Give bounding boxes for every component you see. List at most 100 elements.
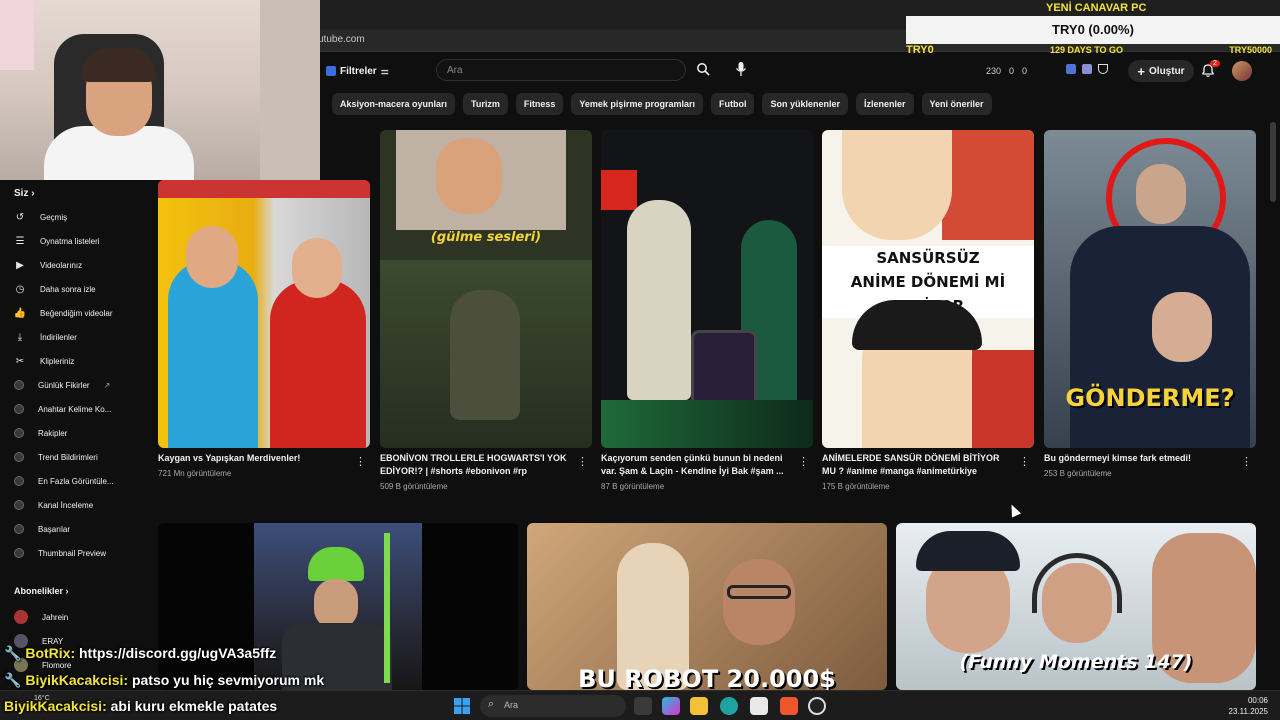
- thumb-face: [1136, 164, 1186, 224]
- video-title[interactable]: EBONİVON TROLLERLE HOGWARTS'I YOK EDİYOR…: [380, 452, 570, 478]
- video-title[interactable]: ANİMELERDE SANSÜR DÖNEMİ BİTİYOR MU ? #a…: [822, 452, 1012, 478]
- thumb-floor-glow: [601, 400, 813, 448]
- sidebar-item-daily-ideas[interactable]: Günlük Fikirler ↗: [14, 376, 142, 394]
- you-label: Siz: [14, 188, 29, 199]
- video-thumbnail[interactable]: (Funny Moments 147): [896, 523, 1256, 690]
- extension-icon: [14, 476, 24, 486]
- more-options-icon[interactable]: ⋮: [1019, 455, 1030, 468]
- sidebar-item-trend-alerts[interactable]: Trend Bildirimleri: [14, 448, 142, 466]
- chip[interactable]: İzlenenler: [856, 93, 914, 115]
- clock-time: 00:06: [1247, 696, 1268, 705]
- chip[interactable]: Yemek pişirme programları: [571, 93, 703, 115]
- subscriptions-heading[interactable]: Abonelikler ›: [14, 586, 69, 596]
- chip[interactable]: Futbol: [710, 93, 755, 115]
- category-chips: Aksiyon-macera oyunları Turizm Fitness Y…: [320, 92, 1280, 116]
- sidebar-item-achievements[interactable]: Başarılar: [14, 520, 142, 538]
- video-thumbnail[interactable]: [158, 180, 370, 448]
- chip[interactable]: Fitness: [515, 93, 564, 115]
- filters-label: Filtreler: [340, 65, 377, 77]
- sidebar-item-playlists[interactable]: ☰ Oynatma listeleri: [14, 232, 142, 250]
- extension-icon: [14, 428, 24, 438]
- extension-icons: [1066, 64, 1108, 74]
- donation-goal-overlay: YENİ CANAVAR PC TRY0 (0.00%) TRY0 129 DA…: [906, 0, 1280, 58]
- thumb-caption: (gülme sesleri): [430, 230, 542, 245]
- video-thumbnail[interactable]: [601, 130, 813, 448]
- video-title[interactable]: Bu göndermeyi kimse fark etmedi!: [1044, 452, 1234, 465]
- sidebar-item-history[interactable]: ↺ Geçmiş: [14, 208, 142, 226]
- chat-username: BiyikKacakcisi:: [4, 698, 107, 714]
- video-thumbnail[interactable]: BU ROBOT 20.000$: [527, 523, 887, 690]
- microphone-icon[interactable]: [734, 61, 748, 77]
- avatar[interactable]: [1232, 61, 1252, 81]
- sidebar: Siz › ↺ Geçmiş ☰ Oynatma listeleri ▶ Videol…: [0, 180, 146, 680]
- address-url[interactable]: utube.com: [318, 34, 365, 45]
- video-title[interactable]: Kaygan vs Yapışkan Merdivenler!: [158, 452, 348, 465]
- chip[interactable]: Turizm: [463, 93, 508, 115]
- sidebar-item-your-videos[interactable]: ▶ Videolarınız: [14, 256, 142, 274]
- sidebar-item-most-viewed[interactable]: En Fazla Görüntüle...: [14, 472, 142, 490]
- video-thumbnail[interactable]: (gülme sesleri): [380, 130, 592, 448]
- trophy-icon[interactable]: [1098, 64, 1108, 74]
- sidebar-you-heading[interactable]: Siz ›: [14, 188, 35, 199]
- sidebar-item-competitors[interactable]: Rakipler: [14, 424, 142, 442]
- chip[interactable]: Aksiyon-macera oyunları: [332, 93, 456, 115]
- extension-icon[interactable]: [1082, 64, 1092, 74]
- sidebar-item-clips[interactable]: ✂ Klipleriniz: [14, 352, 142, 370]
- copilot-icon[interactable]: [662, 697, 680, 715]
- sidebar-item-watch-later[interactable]: ◷ Daha sonra izle: [14, 280, 142, 298]
- more-options-icon[interactable]: ⋮: [1241, 455, 1252, 468]
- sidebar-item-liked[interactable]: 👍 Beğendiğim videolar: [14, 304, 142, 322]
- taskbar-search-placeholder: Ara: [504, 700, 519, 710]
- chevron-right-icon: ›: [31, 188, 35, 199]
- video-title[interactable]: Kaçıyorum senden çünkü bunun bi nedeni v…: [601, 452, 791, 478]
- sidebar-item-label: Beğendiğim videolar: [40, 308, 113, 318]
- windows-start-icon[interactable]: [454, 698, 470, 714]
- goal-current: TRY0: [906, 44, 934, 56]
- webcam-door: [260, 0, 320, 180]
- search-input[interactable]: Ara: [436, 59, 686, 81]
- chat-message: 🔧 BiyikKacakcisi: patso yu hiç sevmiyoru…: [4, 672, 324, 689]
- watch-later-icon: ◷: [15, 283, 25, 295]
- more-options-icon[interactable]: ⋮: [798, 455, 809, 468]
- obs-icon[interactable]: [808, 697, 826, 715]
- video-thumbnail[interactable]: GÖNDERME?: [1044, 130, 1256, 448]
- sidebar-item-label: İndirilenler: [40, 332, 77, 342]
- chip[interactable]: Son yüklenenler: [762, 93, 848, 115]
- chat-username: BotRix:: [25, 645, 76, 661]
- chevron-right-icon: ›: [65, 586, 69, 596]
- create-button[interactable]: + Oluştur: [1128, 60, 1194, 82]
- task-view-icon[interactable]: [634, 697, 652, 715]
- sidebar-item-thumbnail-preview[interactable]: Thumbnail Preview: [14, 544, 142, 562]
- sidebar-item-label: Kanal İnceleme: [38, 500, 94, 510]
- thumb-glasses: [727, 585, 791, 599]
- sidebar-item-label: Geçmiş: [40, 212, 68, 222]
- clock-date: 23.11.2025: [1228, 707, 1268, 716]
- video-meta: 509 B görüntüleme: [380, 482, 448, 491]
- file-explorer-icon[interactable]: [690, 697, 708, 715]
- search-placeholder: Ara: [447, 65, 463, 76]
- brave-icon[interactable]: [780, 697, 798, 715]
- sidebar-item-label: Daha sonra izle: [40, 284, 96, 294]
- extension-icon[interactable]: [1066, 64, 1076, 74]
- store-icon[interactable]: [750, 697, 768, 715]
- video-meta: 253 B görüntüleme: [1044, 469, 1112, 478]
- video-thumbnail[interactable]: SANSÜRSÜZ ANİME DÖNEMİ Mİ GELİYOR: [822, 130, 1034, 448]
- more-options-icon[interactable]: ⋮: [355, 455, 366, 468]
- sidebar-item-downloads[interactable]: ⤓ İndirilenler: [14, 328, 142, 346]
- sidebar-item-keywords[interactable]: Anahtar Kelime Ko...: [14, 400, 142, 418]
- search-icon[interactable]: [696, 62, 710, 76]
- video-meta: 175 B görüntüleme: [822, 482, 890, 491]
- page-scrollbar[interactable]: [1270, 122, 1276, 202]
- video-thumbnail[interactable]: [158, 523, 518, 690]
- more-options-icon[interactable]: ⋮: [577, 455, 588, 468]
- taskbar-clock[interactable]: 00:06 23.11.2025: [1229, 695, 1268, 717]
- filters-button[interactable]: Filtreler ⚌: [326, 62, 389, 80]
- thumb-face: [292, 238, 342, 298]
- chip[interactable]: Yeni öneriler: [921, 93, 992, 115]
- thumb-face: [314, 579, 358, 629]
- sidebar-item-channel-review[interactable]: Kanal İnceleme: [14, 496, 142, 514]
- edge-icon[interactable]: [720, 697, 738, 715]
- subscription-item[interactable]: Jahrein: [14, 608, 68, 626]
- thumb-staff: [384, 533, 390, 683]
- taskbar-search[interactable]: ⌕ Ara: [480, 695, 626, 717]
